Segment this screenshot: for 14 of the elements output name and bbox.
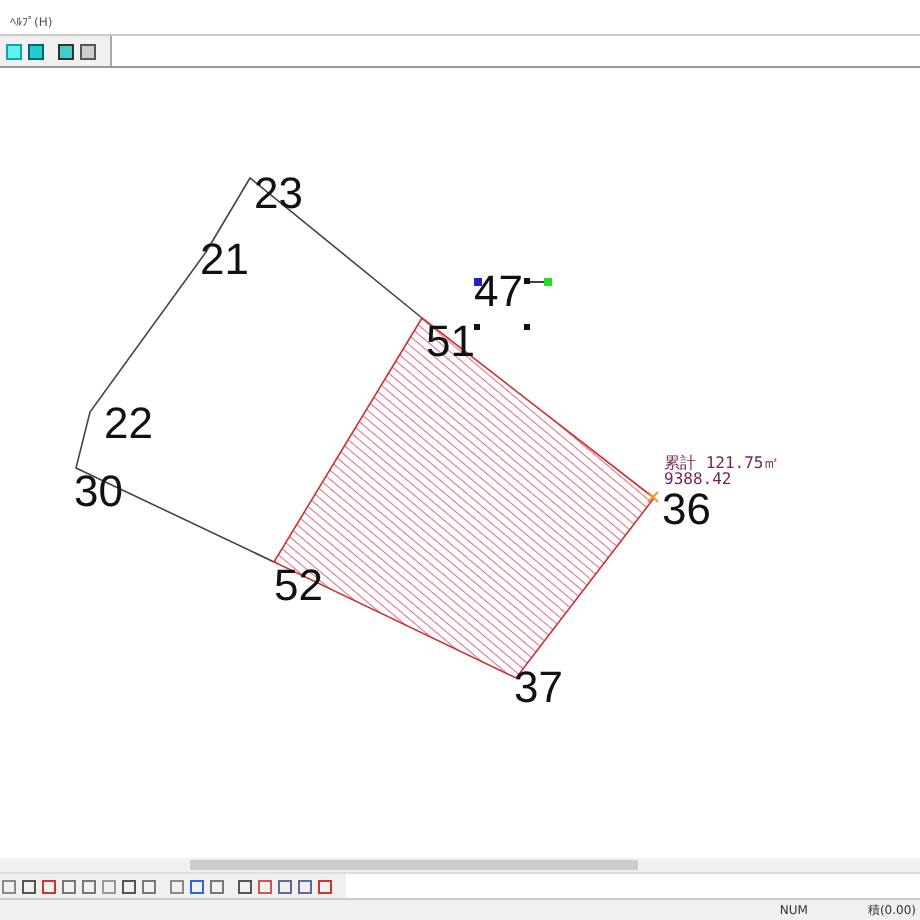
point-number: 52 bbox=[274, 560, 323, 610]
scroll-thumb[interactable] bbox=[190, 860, 638, 870]
point-number: 21 bbox=[200, 234, 249, 284]
horizontal-scrollbar[interactable] bbox=[0, 858, 920, 872]
point-number: 30 bbox=[74, 466, 123, 516]
cursor-icon bbox=[647, 491, 659, 503]
point-number: 22 bbox=[104, 398, 153, 448]
input-field[interactable] bbox=[346, 874, 920, 898]
point-number: 36 bbox=[662, 484, 711, 534]
selection-handles[interactable] bbox=[474, 278, 552, 330]
area-value: 9388.42 bbox=[664, 470, 732, 488]
area-total: 累計 121.75㎡ bbox=[664, 454, 780, 472]
point-number: 47 bbox=[474, 266, 523, 316]
point-number: 37 bbox=[514, 662, 563, 712]
